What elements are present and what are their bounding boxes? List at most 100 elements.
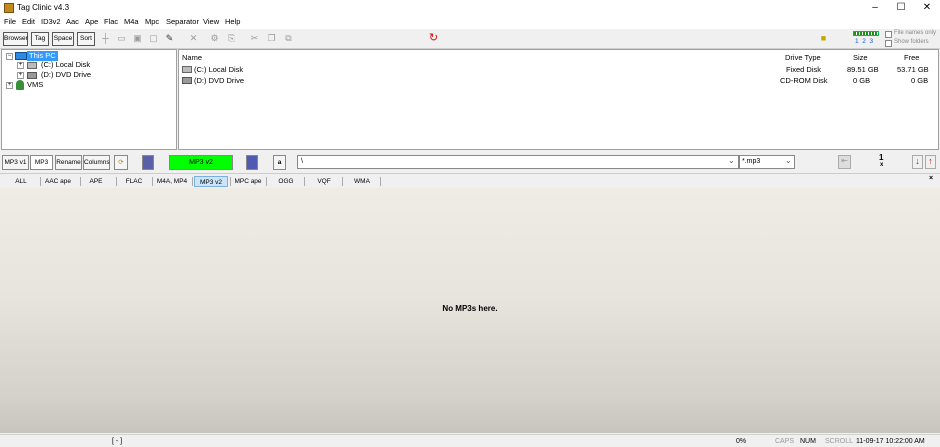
filter-all[interactable]: ALL [10, 176, 32, 187]
column-size[interactable]: Size [853, 53, 868, 62]
filter-aac-ape[interactable]: AAC ape [42, 176, 74, 187]
row-drive-type: CD-ROM Disk [780, 76, 828, 85]
filter-mpc-ape[interactable]: MPC ape [232, 176, 264, 187]
frame-icon[interactable]: ▭ [116, 33, 127, 44]
rename-tab[interactable]: Rename [55, 155, 82, 170]
column-name[interactable]: Name [182, 53, 202, 62]
file-names-only-label: File names only [894, 30, 937, 36]
pen-icon[interactable]: ✎ [164, 33, 175, 44]
arrow-up-icon[interactable]: ↑ [925, 155, 936, 169]
drive-icon [182, 66, 192, 73]
filter-ogg[interactable]: OGG [274, 176, 298, 187]
row-free: 0 GB [911, 76, 929, 85]
filter-mp3v2[interactable]: MP3 v2 [194, 176, 228, 187]
arrow-down-icon[interactable]: ↓ [912, 155, 923, 169]
picture-icon[interactable]: ▣ [132, 33, 143, 44]
title-bar: Tag Clinic v4.3 – ☐ ✕ [0, 0, 940, 16]
mp3v2-button[interactable]: MP3 v2 [169, 155, 233, 170]
tree-item-vms[interactable]: VMS [27, 80, 43, 90]
columns-tab[interactable]: Columns [83, 155, 110, 170]
chevron-down-icon[interactable]: ⌄ [728, 156, 735, 165]
scroll-indicator: SCROLL [825, 438, 854, 445]
sort-button[interactable]: Sort [77, 32, 95, 46]
menu-file[interactable]: File [4, 17, 16, 26]
file-names-only-checkbox[interactable] [885, 31, 892, 38]
menu-m4a[interactable]: M4a [124, 17, 139, 26]
app-icon [4, 3, 14, 13]
menu-id3v2[interactable]: ID3v2 [41, 17, 61, 26]
tree-collapse-icon[interactable]: − [6, 53, 13, 60]
tree-expand-icon[interactable]: + [17, 62, 24, 69]
tools-icon[interactable]: ⚙ [209, 33, 220, 44]
window-title: Tag Clinic v4.3 [17, 3, 70, 12]
menu-help[interactable]: Help [225, 17, 240, 26]
row-size: 89.51 GB [847, 65, 879, 74]
filter-wma[interactable]: WMA [350, 176, 374, 187]
space-button[interactable]: Space [52, 32, 74, 46]
delete-icon[interactable]: ✕ [188, 33, 199, 44]
page-indicators[interactable]: 1 2 3 [855, 38, 873, 45]
tag-button[interactable]: Tag [31, 32, 49, 46]
dvd-drive-icon [182, 77, 192, 84]
filter-flac[interactable]: FLAC [122, 176, 146, 187]
counter: 1 [879, 153, 884, 162]
row-free: 53.71 GB [897, 65, 929, 74]
filter-m4a-mp4[interactable]: M4A, MP4 [154, 176, 190, 187]
show-folders-checkbox[interactable] [885, 40, 892, 47]
column-free[interactable]: Free [904, 53, 919, 62]
filter-vqf[interactable]: VQF [312, 176, 336, 187]
tree-item-c-drive[interactable]: (C:) Local Disk [41, 60, 90, 70]
copy-icon[interactable]: ❐ [266, 33, 277, 44]
close-filter-icon[interactable]: × [929, 175, 933, 182]
tree-expand-icon[interactable]: + [6, 82, 13, 89]
column-drive-type[interactable]: Drive Type [785, 53, 821, 62]
list-icon[interactable] [246, 155, 258, 170]
panel-icon[interactable] [142, 155, 154, 170]
menu-edit[interactable]: Edit [22, 17, 35, 26]
chevron-down-icon[interactable]: ⌄ [785, 156, 792, 165]
menu-flac[interactable]: Flac [104, 17, 118, 26]
mp3v1-tab[interactable]: MP3 v1 [2, 155, 29, 170]
a-button[interactable]: a [273, 155, 286, 170]
refresh-icon[interactable]: ↻ [428, 33, 439, 44]
paste-icon[interactable]: ⧉ [283, 33, 294, 44]
menu-mpc[interactable]: Mpc [145, 17, 159, 26]
dvd-drive-icon [27, 72, 37, 79]
filter-ape[interactable]: APE [84, 176, 108, 187]
open-folder-icon[interactable]: ■ [818, 33, 829, 44]
split-icon[interactable]: ┼ [100, 33, 111, 44]
row-drive-type: Fixed Disk [786, 65, 822, 74]
row-name[interactable]: (D:) DVD Drive [194, 76, 244, 85]
menu-bar: File Edit ID3v2 Aac Ape Flac M4a Mpc Sep… [0, 16, 940, 29]
drive-icon [27, 62, 37, 69]
minimize-button[interactable]: – [862, 0, 888, 16]
selection-indicator: [ - ] [112, 438, 123, 445]
browser-button[interactable]: Browser [3, 32, 28, 46]
cut-icon[interactable]: ✂ [249, 33, 260, 44]
folder-outline-icon[interactable]: ▢ [148, 33, 159, 44]
menu-separator[interactable]: Separator [166, 17, 199, 26]
status-bar: [ - ] 0% CAPS NUM SCROLL 11-09-17 10:22:… [0, 434, 940, 447]
menu-ape[interactable]: Ape [85, 17, 98, 26]
undo-icon[interactable]: ⟳ [114, 155, 128, 170]
close-button[interactable]: ✕ [914, 0, 940, 16]
computer-icon [15, 52, 27, 60]
tag-editor-area: No MP3s here. [0, 188, 940, 433]
tree-expand-icon[interactable]: + [17, 72, 24, 79]
tree-item-d-drive[interactable]: (D:) DVD Drive [41, 70, 91, 80]
menu-view[interactable]: View [203, 17, 219, 26]
path-input[interactable]: \ [297, 155, 739, 169]
file-list: Name Drive Type Size Free (C:) Local Dis… [178, 49, 939, 150]
num-indicator: NUM [800, 438, 816, 445]
copy-tag-icon[interactable]: ⎘ [226, 33, 237, 44]
datetime: 11-09-17 10:22:00 AM [856, 438, 925, 445]
counter-x: x [880, 162, 884, 168]
format-filter-bar: ALL AAC ape APE FLAC M4A, MP4 MP3 v2 MPC… [0, 173, 940, 188]
row-size: 0 GB [853, 76, 871, 85]
mp3-tab[interactable]: MP3 [30, 155, 53, 170]
empty-message: No MP3s here. [442, 304, 498, 313]
row-name[interactable]: (C:) Local Disk [194, 65, 243, 74]
back-icon[interactable]: ⇤ [838, 155, 851, 169]
maximize-button[interactable]: ☐ [888, 0, 914, 16]
menu-aac[interactable]: Aac [66, 17, 79, 26]
